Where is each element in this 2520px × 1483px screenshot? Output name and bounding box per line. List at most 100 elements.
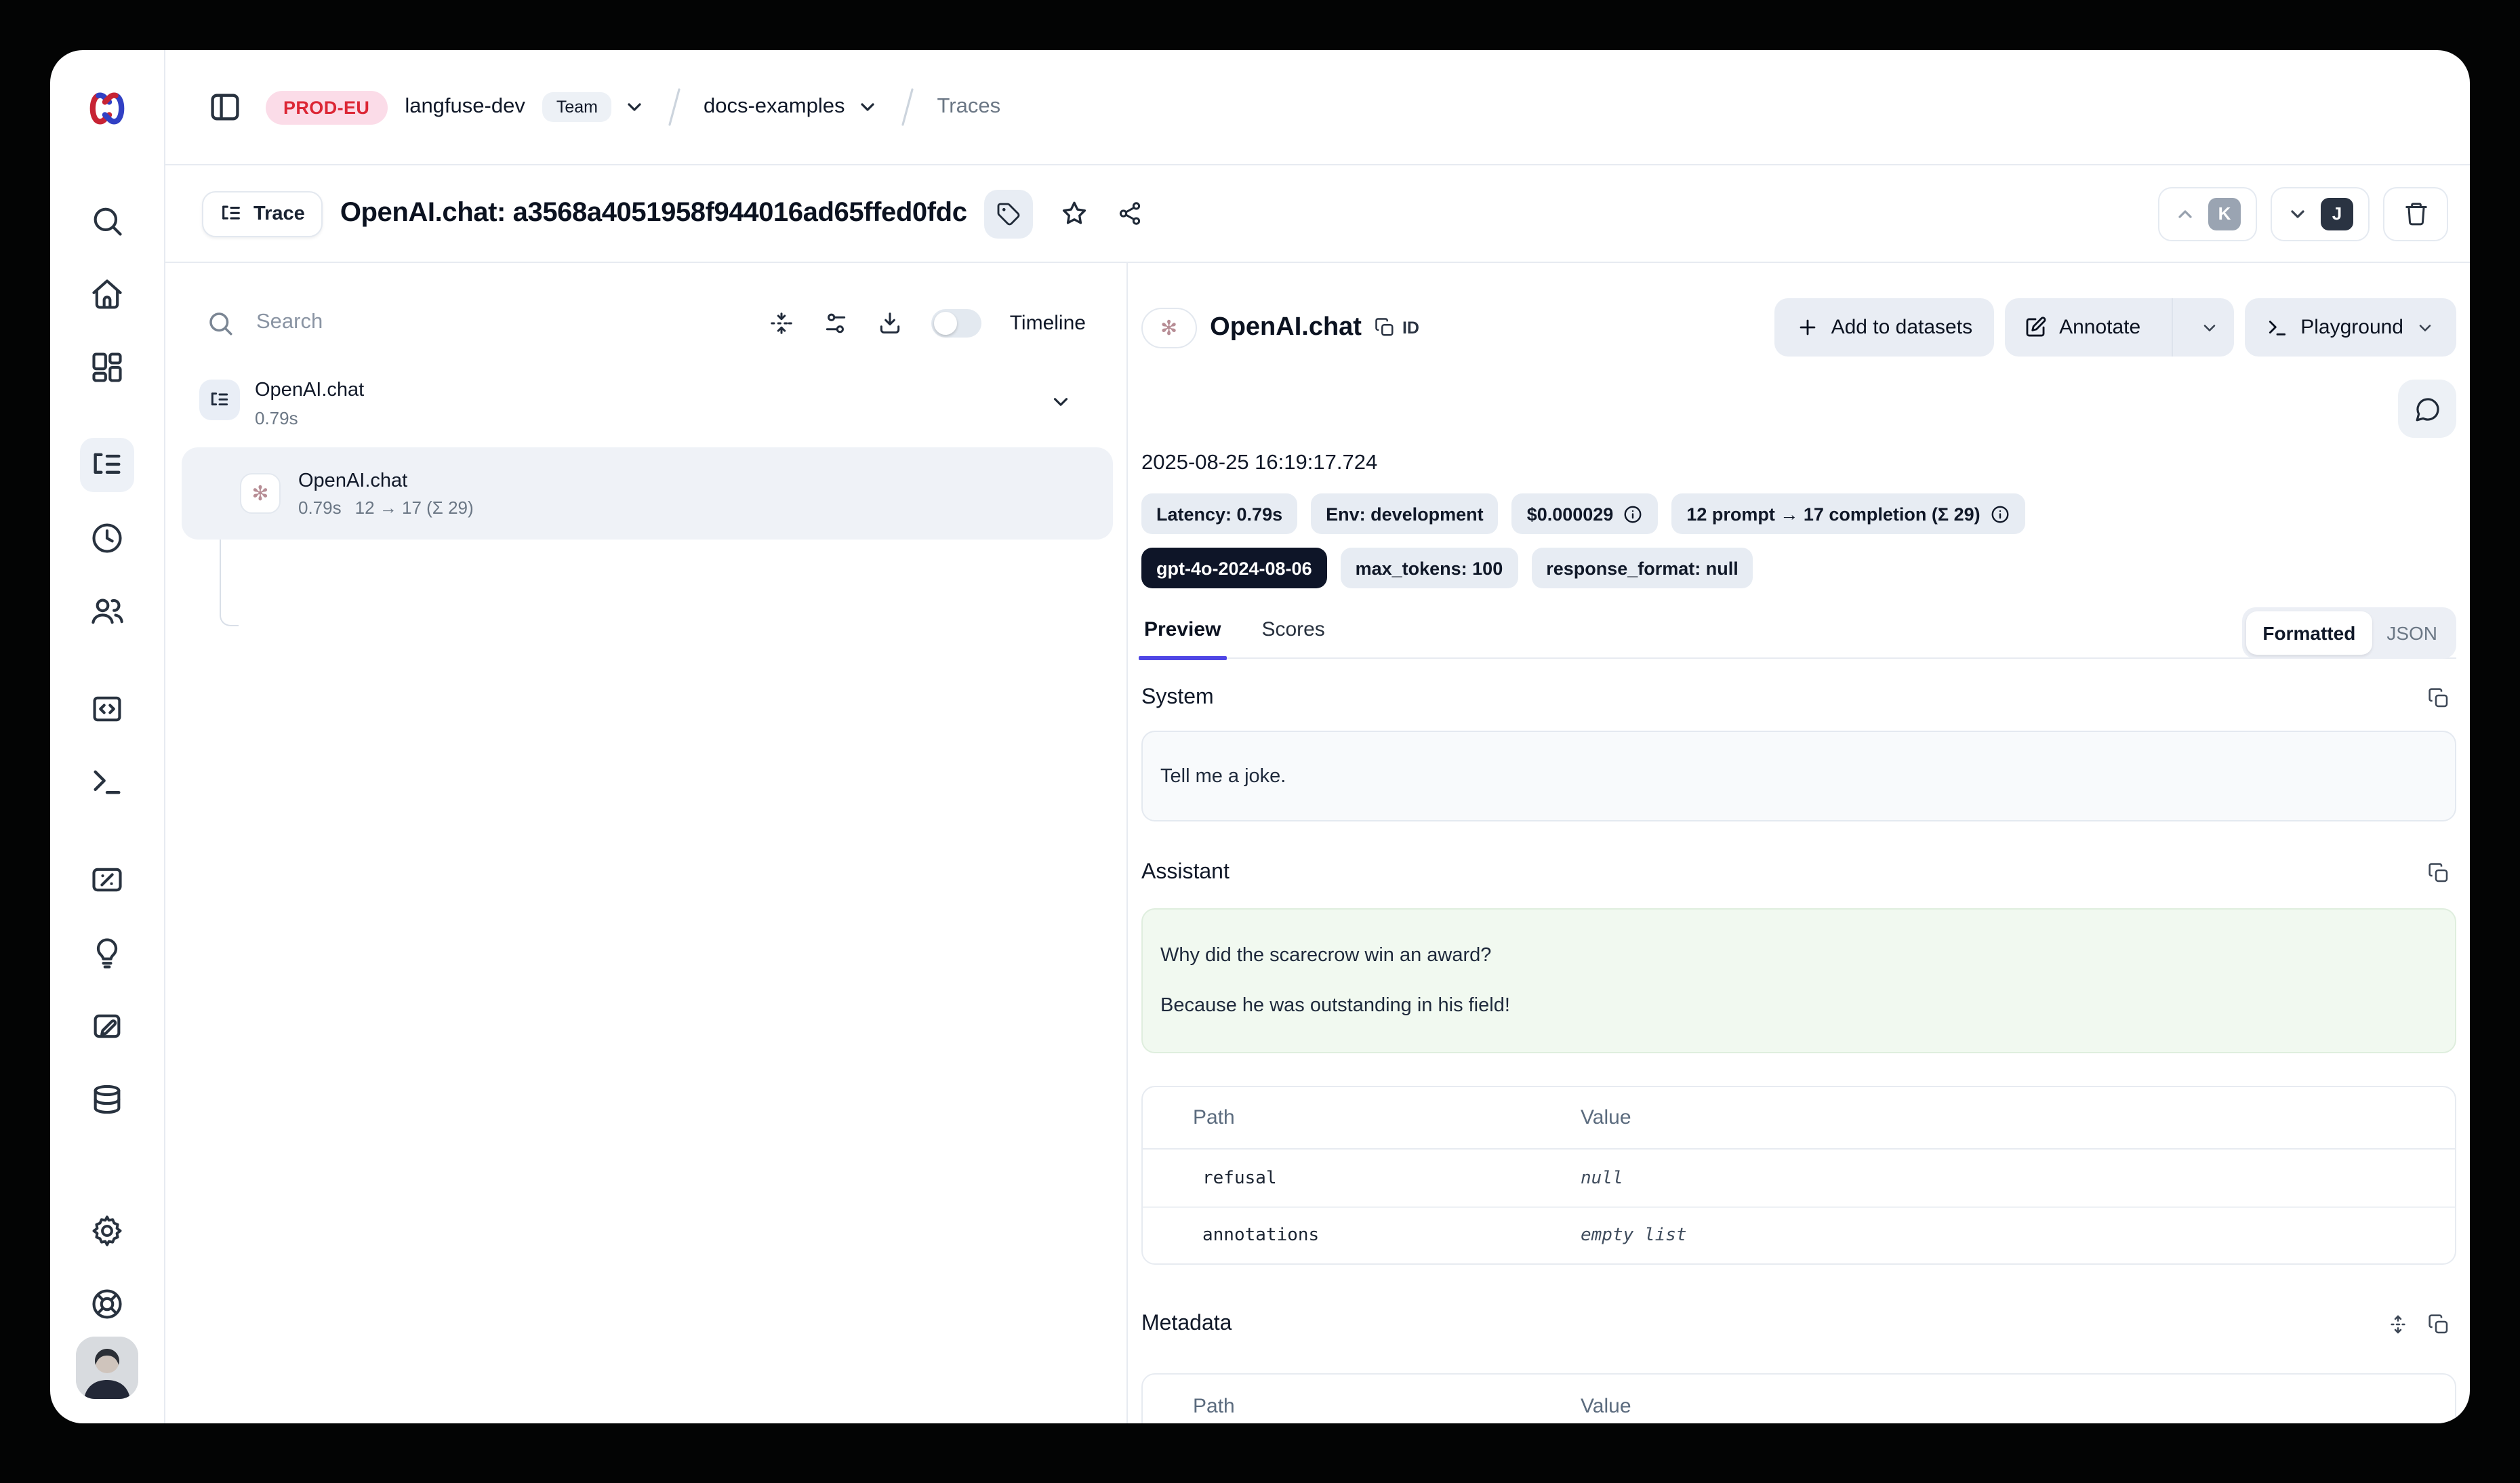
search-input[interactable]: [253, 309, 750, 336]
download-button[interactable]: [877, 310, 903, 336]
column-header-path: Path: [1143, 1394, 1581, 1417]
breadcrumb-separator: [897, 85, 920, 129]
org-role-badge: Team: [543, 92, 611, 122]
trace-tree-panel: Timeline OpenAI.chat 0.79s: [165, 263, 1128, 1423]
format-toggle-json[interactable]: JSON: [2372, 622, 2452, 644]
trace-nav-actions: K J: [2158, 186, 2448, 241]
format-toggle-formatted[interactable]: Formatted: [2246, 611, 2372, 655]
table-row: annotations empty list: [1143, 1206, 2455, 1263]
copy-icon: [1375, 317, 1396, 338]
row-path: annotations: [1143, 1225, 1581, 1246]
annotate-button[interactable]: Annotate: [2005, 298, 2159, 357]
detail-tabs: Preview Scores Formatted JSON: [1141, 607, 2456, 659]
project-name[interactable]: docs-examples: [704, 95, 845, 119]
observation-header: ✻ OpenAI.chat ID Add to datasets: [1141, 298, 2456, 357]
chevron-up-icon: [2174, 203, 2196, 224]
comment-bubble-icon: [2414, 395, 2441, 422]
copy-assistant-button[interactable]: [2428, 862, 2450, 884]
sidebar-item-prompts[interactable]: [80, 682, 134, 736]
timeline-toggle-label: Timeline: [1010, 311, 1086, 334]
tree-search-row: Timeline: [165, 293, 1126, 352]
breadcrumb-page[interactable]: Traces: [937, 95, 1001, 119]
annotate-dropdown-button[interactable]: [2185, 298, 2234, 357]
sidebar-item-support[interactable]: [80, 1277, 134, 1331]
add-to-datasets-button[interactable]: Add to datasets: [1774, 298, 1995, 357]
sidebar-item-playground[interactable]: [80, 755, 134, 809]
copy-metadata-button[interactable]: [2428, 1314, 2450, 1335]
model-badge[interactable]: gpt-4o-2024-08-06: [1141, 548, 1327, 588]
copy-system-button[interactable]: [2428, 687, 2450, 709]
tree-child-item-selected[interactable]: ✻ OpenAI.chat 0.79s 12 → 17 (Σ 29): [182, 447, 1113, 540]
comments-button[interactable]: [2398, 380, 2456, 438]
sidebar: [50, 50, 165, 1423]
sidebar-item-search[interactable]: [80, 194, 134, 248]
sidebar-item-insights[interactable]: [80, 926, 134, 980]
delete-trace-button[interactable]: [2383, 186, 2448, 241]
breadcrumb: PROD-EU langfuse-dev Team docs-examples …: [165, 50, 2470, 165]
collapse-node-button[interactable]: [1049, 390, 1072, 413]
chevron-down-icon: [2416, 318, 2435, 337]
favorite-button[interactable]: [1051, 190, 1097, 237]
max-tokens-badge: max_tokens: 100: [1341, 548, 1518, 588]
observation-detail-panel: ✻ OpenAI.chat ID Add to datasets: [1128, 263, 2470, 1423]
app-window: PROD-EU langfuse-dev Team docs-examples …: [50, 50, 2470, 1423]
openai-icon: ✻: [240, 473, 281, 514]
sidebar-item-annotation[interactable]: [80, 999, 134, 1053]
token-usage-badge: 12 prompt → 17 completion (Σ 29): [1671, 493, 2025, 534]
project-switcher-button[interactable]: [857, 96, 879, 118]
timeline-toggle[interactable]: [931, 308, 981, 337]
sidebar-item-dashboards[interactable]: [80, 340, 134, 394]
tab-preview[interactable]: Preview: [1141, 618, 1223, 657]
system-message-text: Tell me a joke.: [1160, 765, 2437, 787]
observation-title: OpenAI.chat: [1210, 312, 1362, 342]
cost-badge: $0.000029: [1512, 493, 1659, 534]
user-avatar[interactable]: [76, 1337, 138, 1399]
key-cap-k: K: [2208, 197, 2241, 230]
tree-root-duration: 0.79s: [255, 408, 364, 428]
sidebar-item-settings[interactable]: [80, 1204, 134, 1258]
org-logo-icon[interactable]: [50, 50, 164, 165]
lifebuoy-icon: [89, 1286, 125, 1322]
assistant-message-line: Why did the scarecrow win an award?: [1160, 945, 2437, 967]
org-name[interactable]: langfuse-dev: [405, 95, 525, 119]
response-format-badge: response_format: null: [1531, 548, 1753, 588]
sidebar-item-sessions[interactable]: [80, 511, 134, 565]
sidebar-item-tracing[interactable]: [80, 438, 134, 492]
home-icon: [89, 277, 125, 312]
collapse-all-button[interactable]: [769, 310, 794, 336]
next-trace-button[interactable]: J: [2271, 186, 2370, 241]
sidebar-item-datasets[interactable]: [80, 1072, 134, 1126]
sidebar-toggle-button[interactable]: [202, 84, 248, 130]
prev-trace-button[interactable]: K: [2158, 186, 2257, 241]
copy-icon: [2428, 862, 2450, 884]
trash-icon: [2403, 201, 2428, 226]
playground-button[interactable]: Playground: [2245, 298, 2456, 357]
tag-button[interactable]: [985, 189, 1034, 238]
assistant-heading: Assistant: [1141, 861, 1229, 885]
sidebar-bottom: [76, 1204, 138, 1423]
table-row: refusal null: [1143, 1150, 2455, 1206]
environment-badge: PROD-EU: [266, 90, 387, 124]
content-area: Timeline OpenAI.chat 0.79s: [165, 263, 2470, 1423]
sidebar-item-home[interactable]: [80, 267, 134, 321]
trace-type-label: Trace: [253, 203, 305, 224]
star-icon: [1060, 199, 1089, 228]
row-path: refusal: [1143, 1168, 1581, 1188]
share-button[interactable]: [1107, 190, 1153, 237]
trace-tree-icon: [220, 202, 243, 225]
tree-root-item[interactable]: OpenAI.chat 0.79s: [165, 380, 1126, 428]
chevron-down-icon: [2287, 203, 2309, 224]
chevron-down-icon: [2200, 318, 2219, 337]
sidebar-item-evaluation[interactable]: [80, 853, 134, 907]
org-switcher-button[interactable]: [624, 96, 645, 118]
observation-timestamp: 2025-08-25 16:19:17.724: [1141, 451, 2456, 476]
tab-scores[interactable]: Scores: [1259, 618, 1327, 657]
percent-card-icon: [89, 862, 125, 897]
column-header-value: Value: [1581, 1394, 1631, 1417]
users-icon: [89, 594, 125, 629]
column-header-path: Path: [1143, 1106, 1581, 1129]
expand-metadata-button[interactable]: [2387, 1314, 2409, 1335]
copy-id-button[interactable]: ID: [1375, 317, 1419, 338]
sidebar-item-users[interactable]: [80, 584, 134, 638]
view-settings-button[interactable]: [823, 310, 849, 336]
